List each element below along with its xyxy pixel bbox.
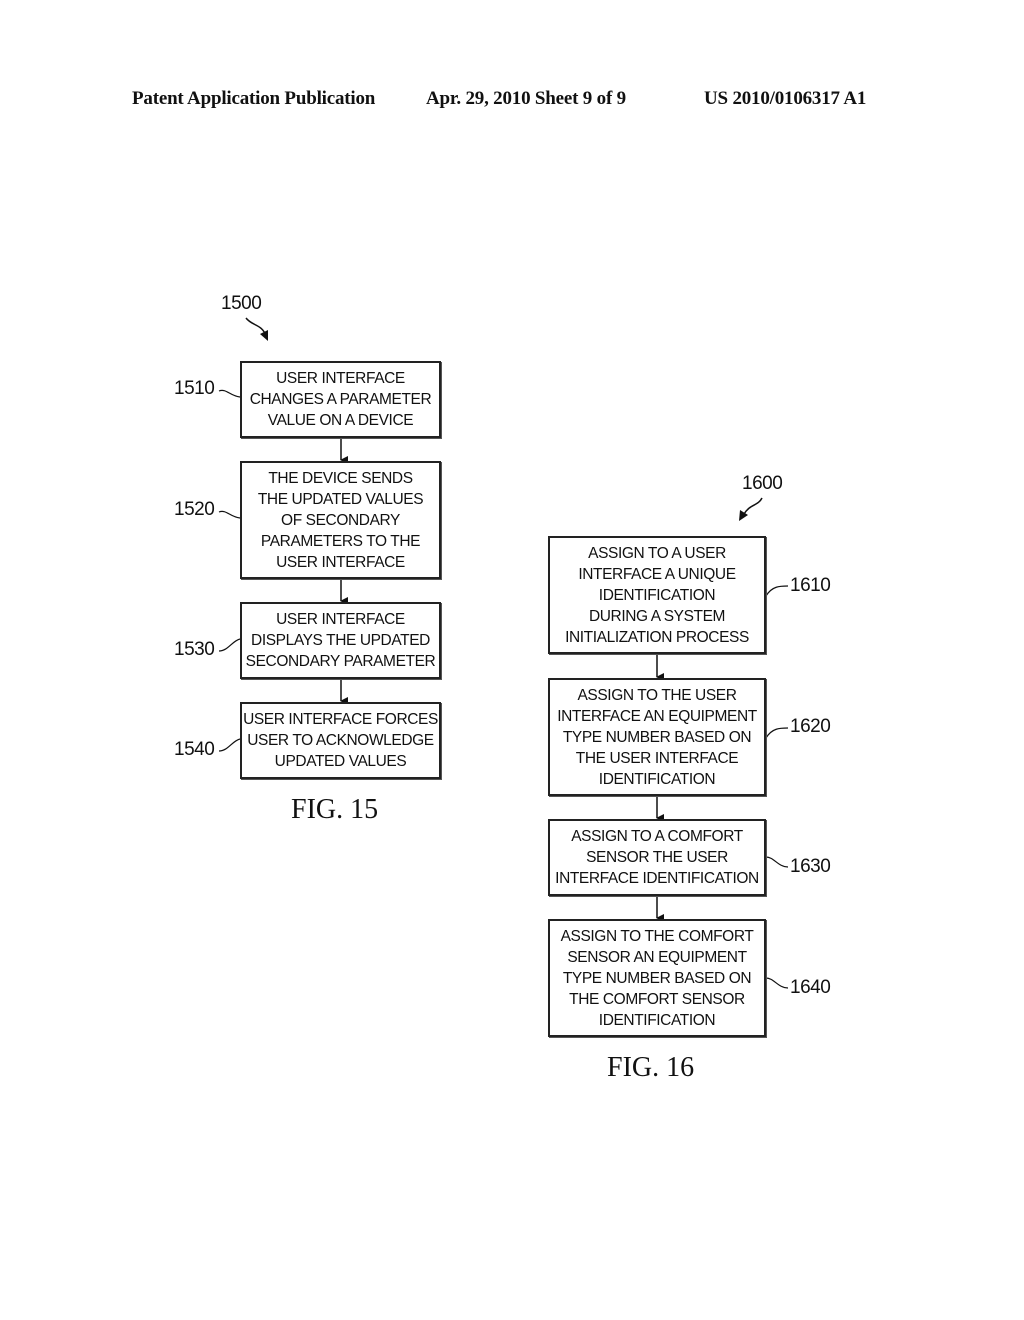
- leader-1620: [765, 727, 789, 739]
- flow-step-1610: ASSIGN TO A USER INTERFACE A UNIQUE IDEN…: [548, 536, 766, 654]
- figure-caption-15: FIG. 15: [291, 794, 379, 825]
- step-text-line: INITIALIZATION PROCESS: [565, 628, 749, 646]
- leader-1540: [218, 738, 241, 752]
- figure-ref-1600: 1600: [742, 473, 783, 494]
- leader-1610: [765, 585, 789, 597]
- step-text-line: THE UPDATED VALUES: [257, 490, 424, 508]
- step-text-line: IDENTIFICATION: [598, 770, 716, 788]
- publication-label: Patent Application Publication: [132, 88, 376, 109]
- step-ref-1520: 1520: [174, 499, 215, 520]
- step-ref-1540: 1540: [174, 739, 215, 760]
- ref-arrow-1600: [743, 497, 763, 515]
- ref-arrow-1500: [245, 317, 267, 337]
- step-text-line: ASSIGN TO A COMFORT: [571, 828, 743, 845]
- leader-1640: [765, 977, 789, 989]
- step-text-line: PARAMETERS TO THE: [260, 532, 421, 550]
- leader-1530: [218, 638, 241, 652]
- ref-arrowhead-1600: [739, 510, 748, 521]
- step-text-line: UPDATED VALUES: [274, 753, 407, 770]
- flow-step-1510: USER INTERFACE CHANGES A PARAMETER VALUE…: [240, 361, 441, 438]
- date-sheet: Apr. 29, 2010 Sheet 9 of 9: [426, 88, 626, 109]
- patent-number: US 2010/0106317 A1: [704, 88, 867, 109]
- step-text-line: OF SECONDARY: [281, 511, 400, 529]
- flow-step-1640: ASSIGN TO THE COMFORT SENSOR AN EQUIPMEN…: [548, 919, 766, 1037]
- step-ref-1610: 1610: [790, 575, 831, 596]
- connector-layer: [218, 317, 789, 989]
- figure-ref-1500: 1500: [221, 293, 262, 314]
- step-text-line: THE DEVICE SENDS: [268, 469, 413, 487]
- step-text-line: ASSIGN TO THE COMFORT: [560, 927, 754, 945]
- ref-arrowhead-1500: [260, 330, 268, 341]
- step-text-line: USER INTERFACE FORCES: [243, 711, 438, 728]
- flow-step-1630: ASSIGN TO A COMFORT SENSOR THE USER INTE…: [548, 819, 766, 896]
- leader-1520: [218, 510, 241, 519]
- step-text-line: THE COMFORT SENSOR: [569, 990, 745, 1008]
- step-text-line: DURING A SYSTEM: [588, 607, 726, 625]
- step-text-line: SENSOR AN EQUIPMENT: [567, 948, 747, 966]
- step-text-line: SECONDARY PARAMETER: [245, 653, 436, 670]
- flow-step-1540: USER INTERFACE FORCES USER TO ACKNOWLEDG…: [240, 702, 441, 779]
- step-text-line: ASSIGN TO A USER: [588, 544, 726, 562]
- step-ref-1510: 1510: [174, 378, 215, 399]
- leader-1630: [765, 856, 789, 868]
- step-text-line: TYPE NUMBER BASED ON: [562, 728, 752, 746]
- step-text-line: USER INTERFACE: [276, 611, 405, 628]
- step-ref-1620: 1620: [790, 716, 831, 737]
- flow-step-1530: USER INTERFACE DISPLAYS THE UPDATED SECO…: [240, 602, 441, 679]
- step-text-line: SENSOR THE USER: [586, 849, 728, 866]
- step-text-line: INTERFACE A UNIQUE: [578, 565, 736, 583]
- step-text-line: IDENTIFICATION: [598, 1011, 716, 1029]
- flow-step-1620: ASSIGN TO THE USER INTERFACE AN EQUIPMEN…: [548, 678, 766, 796]
- leader-1510: [218, 389, 241, 398]
- step-ref-1640: 1640: [790, 977, 831, 998]
- step-text-line: THE USER INTERFACE: [575, 749, 739, 767]
- step-text-line: USER INTERFACE: [276, 553, 405, 571]
- step-text-line: USER TO ACKNOWLEDGE: [247, 732, 434, 749]
- step-text-line: ASSIGN TO THE USER: [577, 686, 737, 704]
- step-text-line: VALUE ON A DEVICE: [267, 412, 414, 429]
- step-ref-1630: 1630: [790, 856, 831, 877]
- flow-step-1520: THE DEVICE SENDS THE UPDATED VALUES OF S…: [240, 461, 441, 579]
- step-text-line: DISPLAYS THE UPDATED: [251, 632, 430, 649]
- figure-caption-16: FIG. 16: [607, 1052, 695, 1083]
- step-text-line: INTERFACE AN EQUIPMENT: [557, 707, 757, 725]
- step-ref-1530: 1530: [174, 639, 215, 660]
- step-text-line: INTERFACE IDENTIFICATION: [555, 870, 759, 887]
- step-text-line: TYPE NUMBER BASED ON: [562, 969, 752, 987]
- step-text-line: CHANGES A PARAMETER: [249, 391, 432, 408]
- step-text-line: USER INTERFACE: [276, 370, 405, 387]
- step-text-line: IDENTIFICATION: [598, 586, 716, 604]
